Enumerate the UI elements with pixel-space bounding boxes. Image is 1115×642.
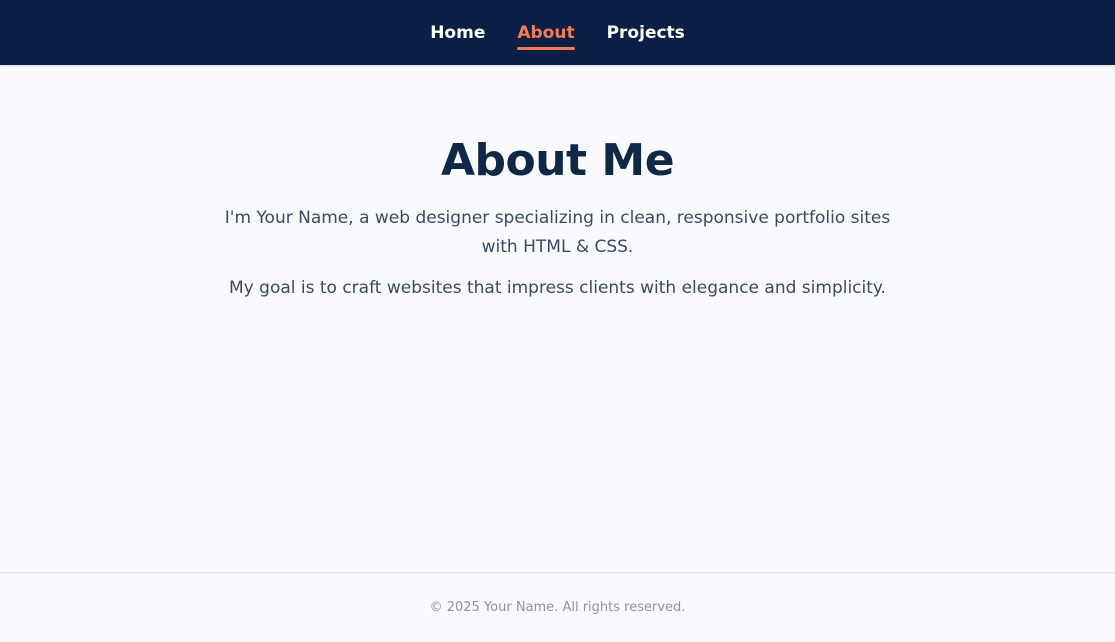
page-title: About Me <box>440 135 675 186</box>
nav-link-about[interactable]: About <box>517 19 575 50</box>
intro-paragraph: I'm Your Name, a web designer specializi… <box>224 208 891 257</box>
nav-link-projects[interactable]: Projects <box>607 19 685 47</box>
page-footer: © 2025 Your Name. All rights reserved. <box>0 572 1115 642</box>
main-navigation: Home About Projects <box>0 0 1115 65</box>
copyright-text: © 2025 Your Name. All rights reserved. <box>429 600 686 615</box>
goal-paragraph: My goal is to craft websites that impres… <box>229 278 886 298</box>
nav-link-home[interactable]: Home <box>430 19 485 47</box>
about-section: About Me I'm Your Name, a web designer s… <box>0 65 1115 303</box>
